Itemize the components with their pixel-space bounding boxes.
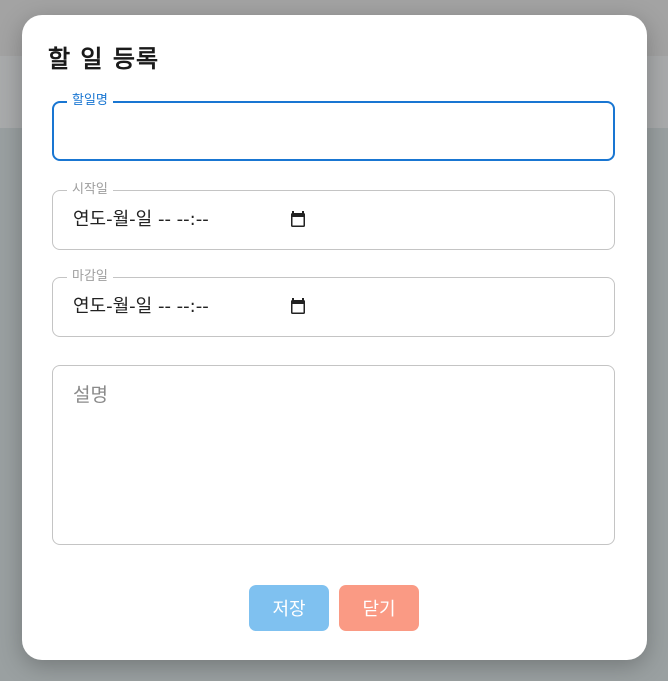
task-name-label: 할일명 [67,92,113,110]
calendar-icon[interactable] [290,211,306,228]
dialog-title: 할 일 등록 [48,45,160,73]
start-date-label: 시작일 [67,181,113,199]
close-button[interactable]: 닫기 [339,585,419,631]
task-dialog: 할 일 등록 할일명 시작일 연도-월-일 -- --:-- 마감일 연도-월-… [22,15,647,660]
task-name-field[interactable]: 할일명 [52,92,615,161]
description-placeholder: 설명 [73,384,108,406]
description-field[interactable]: 설명 [52,365,615,545]
save-button[interactable]: 저장 [249,585,329,631]
end-date-label: 마감일 [67,268,113,286]
start-date-field[interactable]: 시작일 연도-월-일 -- --:-- [52,181,615,250]
start-date-value[interactable]: 연도-월-일 -- --:-- [73,208,209,232]
end-date-field[interactable]: 마감일 연도-월-일 -- --:-- [52,268,615,337]
calendar-icon[interactable] [290,298,306,315]
end-date-value[interactable]: 연도-월-일 -- --:-- [73,295,209,319]
